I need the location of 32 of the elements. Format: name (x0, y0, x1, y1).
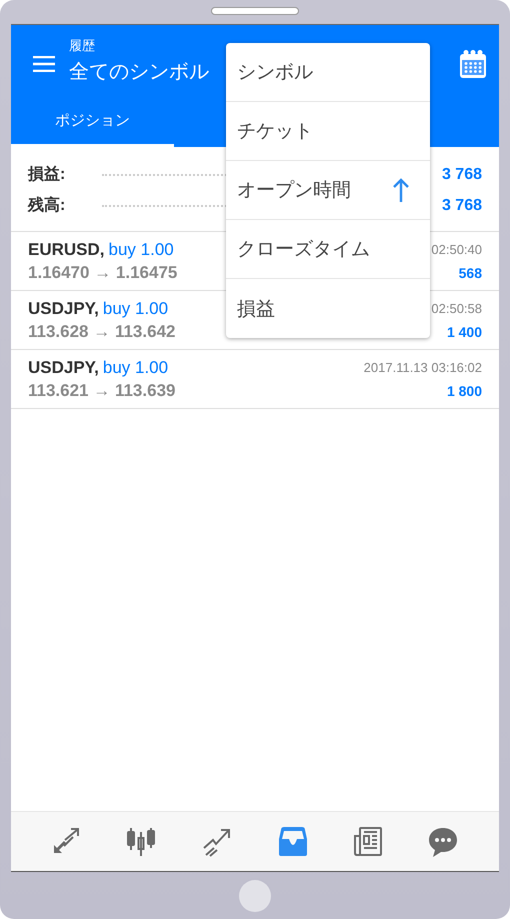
menu-item[interactable]: クローズタイム (226, 220, 430, 279)
newspaper-icon (354, 826, 382, 856)
trade-time: 2017.11.13 03:16:02 (364, 360, 482, 375)
menu-item[interactable]: 損益 (226, 279, 430, 338)
trade-time: 02:50:58 (431, 301, 482, 316)
trade-prices: 113.628 → 113.642 (28, 322, 176, 342)
trade-title: USDJPY, buy 1.00 (28, 299, 170, 319)
trade-title: EURUSD, buy 1.00 (28, 240, 175, 260)
trade-profit: 1 400 (446, 324, 482, 340)
calendar-icon[interactable] (459, 48, 487, 78)
tab[interactable]: ポジション (11, 102, 174, 147)
summary-label: 損益: (28, 164, 66, 185)
screen-title: 全てのシンボル (69, 60, 209, 84)
inbox-icon (278, 826, 307, 856)
chat-icon (429, 828, 458, 856)
trade-profit: 1 800 (446, 383, 482, 399)
trade-time: 02:50:40 (431, 242, 482, 257)
menu-item[interactable]: シンボル (226, 43, 430, 102)
summary-label: 残高: (28, 195, 66, 216)
arrows-icon (54, 828, 79, 853)
menu-item[interactable]: チケット (226, 102, 430, 161)
menu-item[interactable]: オープン時間 (226, 161, 430, 220)
menu-icon[interactable] (33, 56, 55, 72)
trade-title: USDJPY, buy 1.00 (28, 358, 170, 378)
summary-value: 3 768 (442, 166, 482, 184)
trend-icon (204, 828, 230, 856)
summary-value: 3 768 (442, 196, 482, 214)
trade-prices: 1.16470 → 1.16475 (28, 263, 178, 283)
candlestick-icon (126, 826, 155, 856)
trade-prices: 113.621 → 113.639 (28, 381, 176, 401)
trade-profit: 568 (458, 265, 482, 281)
screen-subtitle: 履歴 (69, 36, 95, 54)
